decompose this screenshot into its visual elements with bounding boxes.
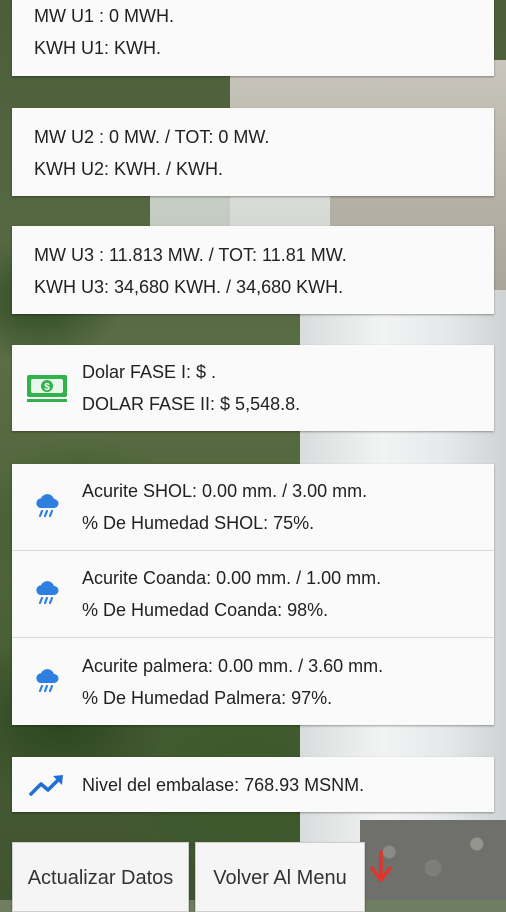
actualizar-datos-label: Actualizar Datos [27, 867, 174, 889]
unit2-mw: MW U2 : 0 MW. / TOT: 0 MW. [34, 127, 270, 147]
dolar-fase1: Dolar FASE I: $ . [82, 362, 217, 382]
nivel-text: Nivel del embalase: 768.93 MSNM. [82, 774, 365, 795]
volver-menu-label: Volver Al Menu [213, 867, 347, 889]
rain-coanda-line1: Acurite Coanda: 0.00 mm. / 1.00 mm. [82, 568, 382, 588]
unit1-card: MW U1 : 0 MWH. KWH U1: KWH. [12, 0, 494, 76]
rain-palmera-line1: Acurite palmera: 0.00 mm. / 3.60 mm. [82, 655, 384, 676]
unit3-card: MW U3 : 11.813 MW. / TOT: 11.81 MW. KWH … [12, 226, 494, 314]
rain-coanda-line2: % De Humedad Coanda: 98%. [82, 600, 329, 620]
volver-menu-button[interactable]: Volver Al Menu [195, 842, 365, 912]
rain-row-coanda: Acurite Coanda: 0.00 mm. / 1.00 mm. % De… [12, 551, 494, 637]
unit2-card: MW U2 : 0 MW. / TOT: 0 MW. KWH U2: KWH. … [12, 108, 494, 196]
arrow-down-icon[interactable] [369, 850, 393, 884]
unit1-mw: MW U1 : 0 MWH. [34, 6, 174, 26]
dolar-card: $ Dolar FASE I: $ . DOLAR FASE II: $ 5,5… [12, 345, 494, 431]
unit3-mw: MW U3 : 11.813 MW. / TOT: 11.81 MW. [34, 245, 347, 265]
actualizar-datos-button[interactable]: Actualizar Datos [12, 842, 189, 912]
dolar-fase2: DOLAR FASE II: $ 5,548.8. [82, 394, 301, 414]
rain-row-palmera: Acurite palmera: 0.00 mm. / 3.60 mm. % D… [12, 638, 494, 725]
unit2-kwh: KWH U2: KWH. / KWH. [34, 159, 223, 179]
rain-card: Acurite SHOL: 0.00 mm. / 3.00 mm. % De H… [12, 464, 494, 725]
rain-palmera-line2: % De Humedad Palmera: 97%. [82, 687, 333, 708]
unit3-kwh: KWH U3: 34,680 KWH. / 34,680 KWH. [34, 277, 344, 297]
unit1-kwh: KWH U1: KWH. [34, 38, 162, 58]
trending-up-icon [12, 773, 82, 797]
rain-shol-line2: % De Humedad SHOL: 75%. [82, 513, 315, 533]
rain-cloud-icon [12, 580, 82, 608]
svg-text:$: $ [44, 382, 50, 393]
rain-cloud-icon [12, 493, 82, 521]
rain-row-shol: Acurite SHOL: 0.00 mm. / 3.00 mm. % De H… [12, 464, 494, 550]
money-bill-icon: $ [12, 373, 82, 403]
rain-cloud-icon [12, 668, 82, 696]
nivel-card: Nivel del embalase: 768.93 MSNM. [12, 757, 494, 812]
rain-shol-line1: Acurite SHOL: 0.00 mm. / 3.00 mm. [82, 481, 368, 501]
